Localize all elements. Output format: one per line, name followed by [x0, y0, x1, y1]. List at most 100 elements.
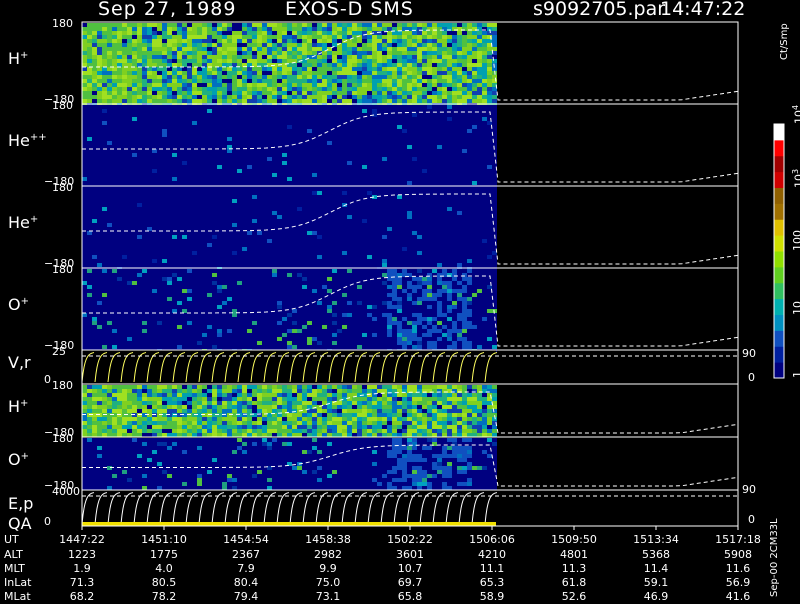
heat-cell	[217, 145, 222, 149]
heat-cell	[412, 215, 417, 219]
heat-cell	[212, 105, 217, 109]
heat-cell	[377, 211, 382, 215]
heat-cell	[457, 137, 462, 141]
heat-cell	[97, 35, 102, 39]
heat-cell	[127, 39, 132, 43]
heat-cell	[292, 95, 297, 99]
heat-cell	[97, 153, 102, 157]
heat-cell	[187, 223, 192, 227]
heat-cell	[152, 43, 157, 47]
heat-cell	[392, 231, 397, 235]
heat-cell	[477, 31, 482, 35]
heat-cell	[127, 145, 132, 149]
heat-cell	[222, 121, 227, 125]
heat-cell	[272, 133, 277, 137]
heat-cell	[132, 203, 137, 207]
heat-cell	[132, 161, 137, 165]
heat-cell	[407, 149, 412, 153]
heat-cell	[432, 129, 437, 133]
heat-cell	[462, 35, 467, 39]
heat-cell	[427, 129, 432, 133]
heat-cell	[257, 137, 262, 141]
heat-cell	[237, 223, 242, 227]
heat-cell	[327, 51, 332, 55]
heat-cell	[252, 251, 257, 255]
heat-cell	[352, 207, 357, 211]
heat-cell	[267, 55, 272, 59]
heat-cell	[222, 133, 227, 137]
heat-cell	[262, 79, 267, 83]
heat-cell	[247, 79, 252, 83]
heat-cell	[357, 95, 362, 99]
heat-cell	[167, 145, 172, 149]
heat-cell	[147, 109, 152, 113]
heat-cell	[252, 55, 257, 59]
heat-cell	[447, 117, 452, 121]
heat-cell	[462, 165, 467, 169]
heat-cell	[432, 227, 437, 231]
heat-cell	[262, 113, 267, 117]
heat-cell	[227, 251, 232, 255]
heat-cell	[217, 259, 222, 263]
heat-cell	[172, 157, 177, 161]
heat-cell	[102, 75, 107, 79]
heat-cell	[187, 207, 192, 211]
heat-cell	[377, 75, 382, 79]
heat-cell	[257, 153, 262, 157]
heat-cell	[252, 153, 257, 157]
heat-cell	[212, 27, 217, 31]
heat-cell	[262, 169, 267, 173]
heat-cell	[452, 181, 457, 185]
heat-cell	[332, 87, 337, 91]
heat-cell	[132, 129, 137, 133]
heat-cell	[307, 129, 312, 133]
heat-cell	[302, 181, 307, 185]
heat-cell	[182, 99, 187, 103]
heat-cell	[447, 145, 452, 149]
heat-cell	[272, 243, 277, 247]
heat-cell	[252, 137, 257, 141]
heat-cell	[247, 173, 252, 177]
heat-cell	[397, 129, 402, 133]
heat-cell	[337, 99, 342, 103]
heat-cell	[387, 191, 392, 195]
heat-cell	[207, 141, 212, 145]
heat-cell	[442, 169, 447, 173]
heat-cell	[112, 239, 117, 243]
heat-cell	[117, 169, 122, 173]
heat-cell	[327, 219, 332, 223]
heat-cell	[167, 141, 172, 145]
heat-cell	[82, 141, 87, 145]
heat-cell	[197, 169, 202, 173]
heat-cell	[337, 63, 342, 67]
heat-cell	[207, 263, 212, 267]
heat-cell	[117, 161, 122, 165]
heat-cell	[302, 83, 307, 87]
heat-cell	[287, 27, 292, 31]
heat-cell	[167, 125, 172, 129]
heat-cell	[272, 263, 277, 267]
heat-cell	[122, 199, 127, 203]
heat-cell	[287, 165, 292, 169]
heat-cell	[172, 141, 177, 145]
heat-cell	[137, 165, 142, 169]
heat-cell	[472, 161, 477, 165]
heat-cell	[217, 95, 222, 99]
heat-cell	[92, 113, 97, 117]
heat-cell	[272, 199, 277, 203]
heat-cell	[147, 251, 152, 255]
heat-cell	[142, 47, 147, 51]
heat-cell	[407, 87, 412, 91]
heat-cell	[277, 51, 282, 55]
heat-cell	[397, 169, 402, 173]
heat-cell	[132, 117, 137, 121]
heat-cell	[487, 83, 492, 87]
heat-cell	[382, 145, 387, 149]
heat-cell	[417, 215, 422, 219]
heat-cell	[482, 177, 487, 181]
heat-cell	[312, 113, 317, 117]
heat-cell	[207, 231, 212, 235]
heat-cell	[182, 87, 187, 91]
heat-cell	[277, 35, 282, 39]
heat-cell	[87, 259, 92, 263]
